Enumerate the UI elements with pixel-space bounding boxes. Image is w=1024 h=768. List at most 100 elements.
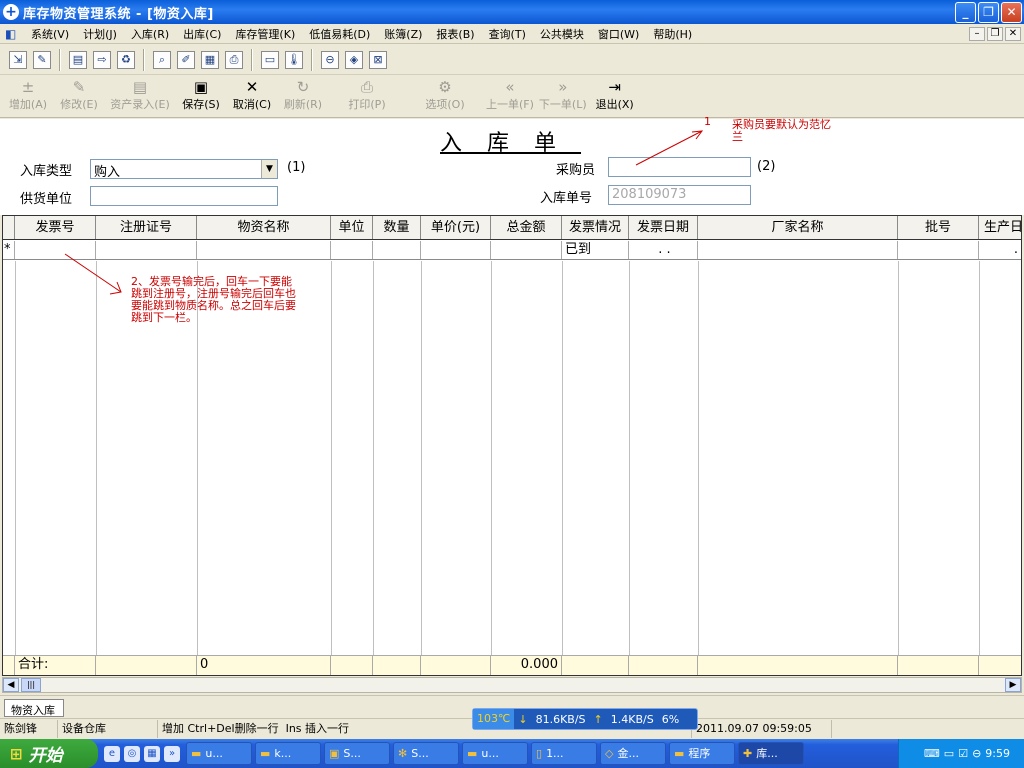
task-button[interactable]: ▣ S... <box>324 742 390 765</box>
task-button[interactable]: ▬ u... <box>462 742 528 765</box>
network-icon[interactable]: ▭ <box>944 747 954 760</box>
refresh-button[interactable]: ↻ 刷新(R) <box>280 78 326 112</box>
cell-production-date[interactable]: . <box>979 241 1021 259</box>
restore-button[interactable]: ❐ <box>978 1 999 23</box>
asset-entry-button[interactable]: ▤ 资产录入(E) <box>107 78 173 112</box>
folder-icon: ▬ <box>191 747 202 760</box>
scroll-thumb[interactable]: ||| <box>21 678 41 692</box>
form-edit-icon[interactable]: ✐ <box>177 50 195 69</box>
cell-total[interactable] <box>491 241 562 259</box>
keyboard-icon[interactable]: ⌨ <box>924 747 940 760</box>
clock[interactable]: 9:59 <box>985 747 1010 760</box>
cell-unit-price[interactable] <box>421 241 491 259</box>
system-menu-icon[interactable]: ◧ <box>5 27 19 41</box>
more-icon[interactable]: » <box>164 745 180 762</box>
task-button[interactable]: ▬ 程序 <box>669 742 735 765</box>
docno-input[interactable]: 208109073 <box>608 185 751 205</box>
col-item-name[interactable]: 物资名称 <box>197 216 331 239</box>
col-manufacturer[interactable]: 厂家名称 <box>698 216 898 239</box>
menu-consumables[interactable]: 低值易耗(D) <box>302 26 377 42</box>
close-window-icon[interactable]: ⊠ <box>369 50 387 69</box>
menu-inbound[interactable]: 入库(R) <box>124 26 176 42</box>
tab-inbound[interactable]: 物资入库 <box>4 699 64 717</box>
download-speed: 81.6KB/S <box>535 712 586 726</box>
mdi-close-button[interactable]: ✕ <box>1005 26 1021 41</box>
document-icon[interactable]: ▤ <box>69 50 87 69</box>
menu-plan[interactable]: 计划(J) <box>76 26 124 42</box>
col-batch-no[interactable]: 批号 <box>898 216 979 239</box>
scroll-right-icon[interactable]: ▶ <box>1005 678 1021 692</box>
task-button[interactable]: ◇ 金... <box>600 742 666 765</box>
col-reg-no[interactable]: 注册证号 <box>96 216 197 239</box>
menu-reports[interactable]: 报表(B) <box>429 26 481 42</box>
book-icon[interactable]: ◈ <box>345 50 363 69</box>
chevron-down-icon[interactable]: ▼ <box>261 160 277 178</box>
cancel-button[interactable]: ✕ 取消(C) <box>229 78 275 112</box>
stop-icon[interactable]: ⊖ <box>321 50 339 69</box>
mdi-restore-button[interactable]: ❐ <box>987 26 1003 41</box>
desktop-icon[interactable]: ▦ <box>144 745 160 762</box>
magnifier-icon[interactable]: ⌕ <box>153 50 171 69</box>
next-doc-button[interactable]: » 下一单(L) <box>539 78 587 112</box>
col-unit-price[interactable]: 单价(元) <box>421 216 491 239</box>
ie-icon[interactable]: e <box>104 745 120 762</box>
items-grid[interactable]: 发票号 注册证号 物资名称 单位 数量 单价(元) 总金额 发票情况 发票日期 … <box>2 215 1022 676</box>
cell-invoice-date[interactable]: . . <box>629 241 698 259</box>
horizontal-scrollbar[interactable]: ◀ ||| ▶ <box>2 677 1022 693</box>
scroll-left-icon[interactable]: ◀ <box>3 678 19 692</box>
security-icon[interactable]: ☑ <box>958 747 968 760</box>
calculator-icon[interactable]: ▦ <box>201 50 219 69</box>
menu-help[interactable]: 帮助(H) <box>646 26 699 42</box>
browser-icon[interactable]: ◎ <box>124 745 140 762</box>
menu-common[interactable]: 公共模块 <box>533 26 591 42</box>
task-button[interactable]: ▬ u... <box>186 742 252 765</box>
cell-invoice-status[interactable]: 已到 <box>562 241 629 259</box>
thermometer-icon[interactable]: 🌡 <box>285 50 303 69</box>
cell-quantity[interactable] <box>373 241 421 259</box>
inbound-type-select[interactable]: 购入 ▼ <box>90 159 278 180</box>
menu-query[interactable]: 查询(T) <box>482 26 533 42</box>
mdi-minimize-button[interactable]: – <box>969 26 985 41</box>
print-button[interactable]: ⎙ 打印(P) <box>344 78 390 112</box>
task-button[interactable]: ✻ S... <box>393 742 459 765</box>
close-button[interactable]: ✕ <box>1001 1 1022 23</box>
options-button[interactable]: ⚙ 选项(O) <box>422 78 468 112</box>
stop-sign-icon[interactable]: ⊖ <box>972 747 981 760</box>
modify-button[interactable]: ✎ 修改(E) <box>56 78 102 112</box>
task-button[interactable]: ▯ 1... <box>531 742 597 765</box>
login-icon[interactable]: ⇲ <box>9 50 27 69</box>
exit-button[interactable]: ⇥ 退出(X) <box>592 78 638 112</box>
col-invoice-no[interactable]: 发票号 <box>15 216 96 239</box>
export-icon[interactable]: ⇨ <box>93 50 111 69</box>
menu-inventory[interactable]: 库存管理(K) <box>228 26 302 42</box>
network-monitor[interactable]: 103℃ ↓ 81.6KB/S ↑ 1.4KB/S 6% <box>472 708 698 730</box>
folder-icon[interactable]: ▭ <box>261 50 279 69</box>
col-total[interactable]: 总金额 <box>491 216 562 239</box>
add-button[interactable]: ± 增加(A) <box>5 78 51 112</box>
col-invoice-date[interactable]: 发票日期 <box>629 216 698 239</box>
menu-window[interactable]: 窗口(W) <box>591 26 646 42</box>
cell-manufacturer[interactable] <box>698 241 898 259</box>
edit-doc-icon[interactable]: ✎ <box>33 50 51 69</box>
menu-ledger[interactable]: 账簿(Z) <box>377 26 429 42</box>
minimize-button[interactable]: _ <box>955 1 976 23</box>
app-icon: + <box>3 4 19 20</box>
supplier-input[interactable] <box>90 186 278 206</box>
cell-batch-no[interactable] <box>898 241 979 259</box>
start-button[interactable]: ⊞ 开始 <box>0 739 98 768</box>
print-preview-icon[interactable]: ⎙ <box>225 50 243 69</box>
menu-outbound[interactable]: 出库(C) <box>176 26 228 42</box>
task-button[interactable]: ▬ k... <box>255 742 321 765</box>
menu-system[interactable]: 系统(V) <box>24 26 76 42</box>
task-button-active[interactable]: ✚ 库... <box>738 742 804 765</box>
recycle-icon[interactable]: ♻ <box>117 50 135 69</box>
cell-item-name[interactable] <box>197 241 331 259</box>
save-button[interactable]: ▣ 保存(S) <box>178 78 224 112</box>
col-quantity[interactable]: 数量 <box>373 216 421 239</box>
table-row[interactable]: * 已到 . . . <box>3 241 1021 260</box>
cell-unit[interactable] <box>331 241 373 259</box>
col-invoice-status[interactable]: 发票情况 <box>562 216 629 239</box>
col-production-date[interactable]: 生产日 <box>979 216 1021 239</box>
prev-doc-button[interactable]: « 上一单(F) <box>486 78 534 112</box>
col-unit[interactable]: 单位 <box>331 216 373 239</box>
